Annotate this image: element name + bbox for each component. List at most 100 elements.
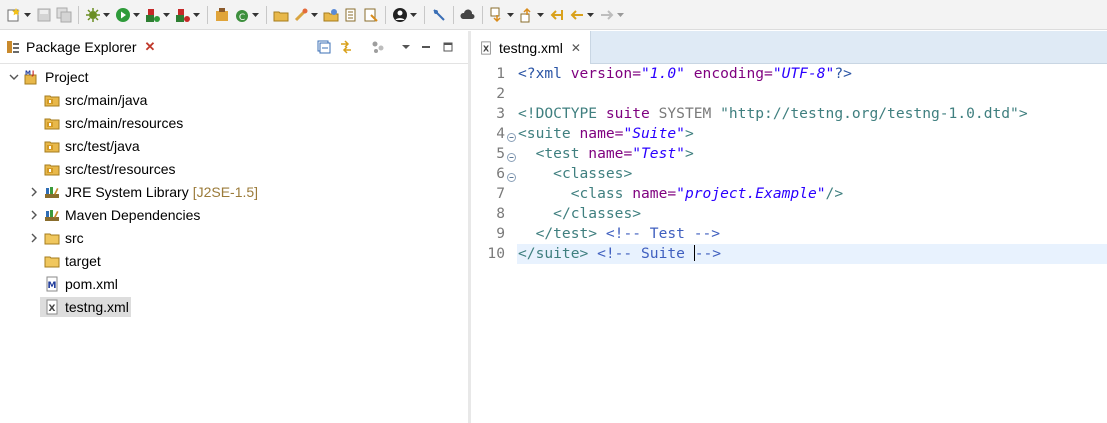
open-perspective-icon[interactable] <box>343 7 359 23</box>
tree-item-project[interactable]: MJ Project <box>8 66 89 88</box>
code-line[interactable]: </suite> <!-- Suite --> <box>518 244 721 264</box>
open-type-icon[interactable] <box>273 7 289 23</box>
maximize-icon[interactable] <box>440 39 456 55</box>
tree-item-src-test-resources[interactable]: src/test/resources <box>44 158 175 180</box>
link-with-editor-icon[interactable] <box>338 39 354 55</box>
fold-toggle-icon[interactable] <box>507 169 516 182</box>
chevron-right-icon[interactable] <box>28 232 40 244</box>
line-number: 6 <box>496 165 505 182</box>
chevron-down-icon[interactable] <box>507 7 514 23</box>
library-icon <box>44 207 60 223</box>
line-number: 7 <box>496 185 505 202</box>
new-java-project-icon[interactable] <box>214 7 230 23</box>
tree-item-testng-xml[interactable]: X testng.xml <box>40 296 131 318</box>
tree-item-decoration: [J2SE-1.5] <box>192 184 259 200</box>
code-line[interactable]: </test> <!-- Test --> <box>518 224 721 244</box>
chevron-down-icon[interactable] <box>24 7 31 23</box>
chevron-down-icon[interactable] <box>163 7 170 23</box>
tree-item-pom-xml[interactable]: M pom.xml <box>44 273 118 295</box>
source-folder-icon <box>44 161 60 177</box>
code-line[interactable]: <!DOCTYPE suite SYSTEM "http://testng.or… <box>518 104 1028 124</box>
run-coverage-icon[interactable] <box>145 7 161 23</box>
code-token: suite <box>605 105 659 122</box>
collapse-all-icon[interactable] <box>316 39 332 55</box>
annotation-icon[interactable] <box>363 7 379 23</box>
code-token: "UTF-8" <box>772 65 835 82</box>
new-icon[interactable] <box>6 7 22 23</box>
view-menu-icon[interactable] <box>398 39 414 55</box>
chevron-down-icon[interactable] <box>193 7 200 23</box>
run-icon[interactable] <box>115 7 131 23</box>
skip-icon[interactable] <box>85 7 101 23</box>
chevron-down-icon[interactable] <box>587 7 594 23</box>
code-token: > <box>684 145 694 162</box>
line-number-ruler: 1 2 3 4 5 6 7 8 9 10 <box>471 64 517 423</box>
chevron-down-icon[interactable] <box>8 71 20 83</box>
tree-item-jre-system-library[interactable]: JRE System Library [J2SE-1.5] <box>28 181 258 203</box>
last-edit-icon[interactable] <box>549 7 565 23</box>
line-number: 1 <box>496 65 505 82</box>
chevron-down-icon[interactable] <box>133 7 140 23</box>
open-task-icon[interactable] <box>323 7 339 23</box>
filters-icon[interactable] <box>370 39 386 55</box>
chevron-right-icon[interactable] <box>28 186 40 198</box>
editor-tab-testng-xml[interactable]: X testng.xml ✕ <box>471 31 591 64</box>
code-line[interactable]: <test name="Test"> <box>518 144 694 164</box>
xml-file-icon: X <box>479 40 493 55</box>
tree-item-label: Maven Dependencies <box>65 207 201 223</box>
previous-annotation-icon[interactable] <box>519 7 535 23</box>
tree-item-src-test-java[interactable]: src/test/java <box>44 135 140 157</box>
svg-text:M: M <box>25 70 31 77</box>
tree-item-label: JRE System Library <box>65 184 189 200</box>
folder-icon <box>44 253 60 269</box>
profile-icon[interactable] <box>392 7 408 23</box>
code-line[interactable]: <suite name="Suite"> <box>518 124 694 144</box>
code-token: <class <box>570 185 633 202</box>
minimize-icon[interactable] <box>418 39 434 55</box>
new-class-icon[interactable]: C <box>234 7 250 23</box>
package-explorer-tab[interactable]: Package Explorer ✕ <box>0 31 155 63</box>
tree-item-label: testng.xml <box>65 299 129 315</box>
external-tools-icon[interactable] <box>175 7 191 23</box>
chevron-down-icon[interactable] <box>410 7 417 23</box>
toolbar-separator <box>266 5 267 24</box>
source-folder-icon <box>44 138 60 154</box>
tree-item-label: src/main/java <box>65 92 148 108</box>
next-annotation-icon[interactable] <box>489 7 505 23</box>
chevron-down-icon[interactable] <box>103 7 110 23</box>
code-area[interactable]: 1 2 3 4 5 6 7 8 9 10 <?xml version="1.0" encoding… <box>471 64 1107 423</box>
tree-item-src-main-java[interactable]: src/main/java <box>44 89 147 111</box>
cloud-icon[interactable] <box>460 7 476 23</box>
code-line[interactable]: <class name="project.Example"/> <box>518 184 843 204</box>
close-icon[interactable]: ✕ <box>571 41 581 55</box>
code-token: --> <box>694 245 722 262</box>
fold-toggle-icon[interactable] <box>507 149 516 162</box>
code-line[interactable]: </classes> <box>518 204 641 224</box>
back-icon[interactable] <box>569 7 585 23</box>
svg-text:C: C <box>239 13 245 23</box>
chevron-down-icon[interactable] <box>537 7 544 23</box>
code-token: SYSTEM <box>658 105 721 122</box>
code-token: > <box>684 125 694 142</box>
tree-item-label: src/test/resources <box>65 161 176 177</box>
code-line[interactable]: <classes> <box>518 164 632 184</box>
tree-item-src-main-resources[interactable]: src/main/resources <box>44 112 183 134</box>
chevron-right-icon[interactable] <box>28 209 40 221</box>
chevron-down-icon[interactable] <box>252 7 259 23</box>
close-icon[interactable]: ✕ <box>145 39 156 55</box>
search-icon[interactable] <box>293 7 309 23</box>
toggle-breadcrumb-icon[interactable] <box>431 7 447 23</box>
code-token: </suite> <box>518 245 598 262</box>
code-token: <test <box>535 145 589 162</box>
tree-item-maven-dependencies[interactable]: Maven Dependencies <box>28 204 200 226</box>
chevron-down-icon[interactable] <box>311 7 318 23</box>
tree-item-src[interactable]: src <box>28 227 84 249</box>
fold-toggle-icon[interactable] <box>507 129 516 142</box>
toolbar-separator <box>453 5 454 24</box>
tree-item-target[interactable]: target <box>44 250 101 272</box>
editor-tab-title: testng.xml <box>499 39 563 56</box>
code-line[interactable]: <?xml version="1.0" encoding="UTF-8"?> <box>518 64 852 84</box>
code-token: <suite <box>518 125 580 142</box>
